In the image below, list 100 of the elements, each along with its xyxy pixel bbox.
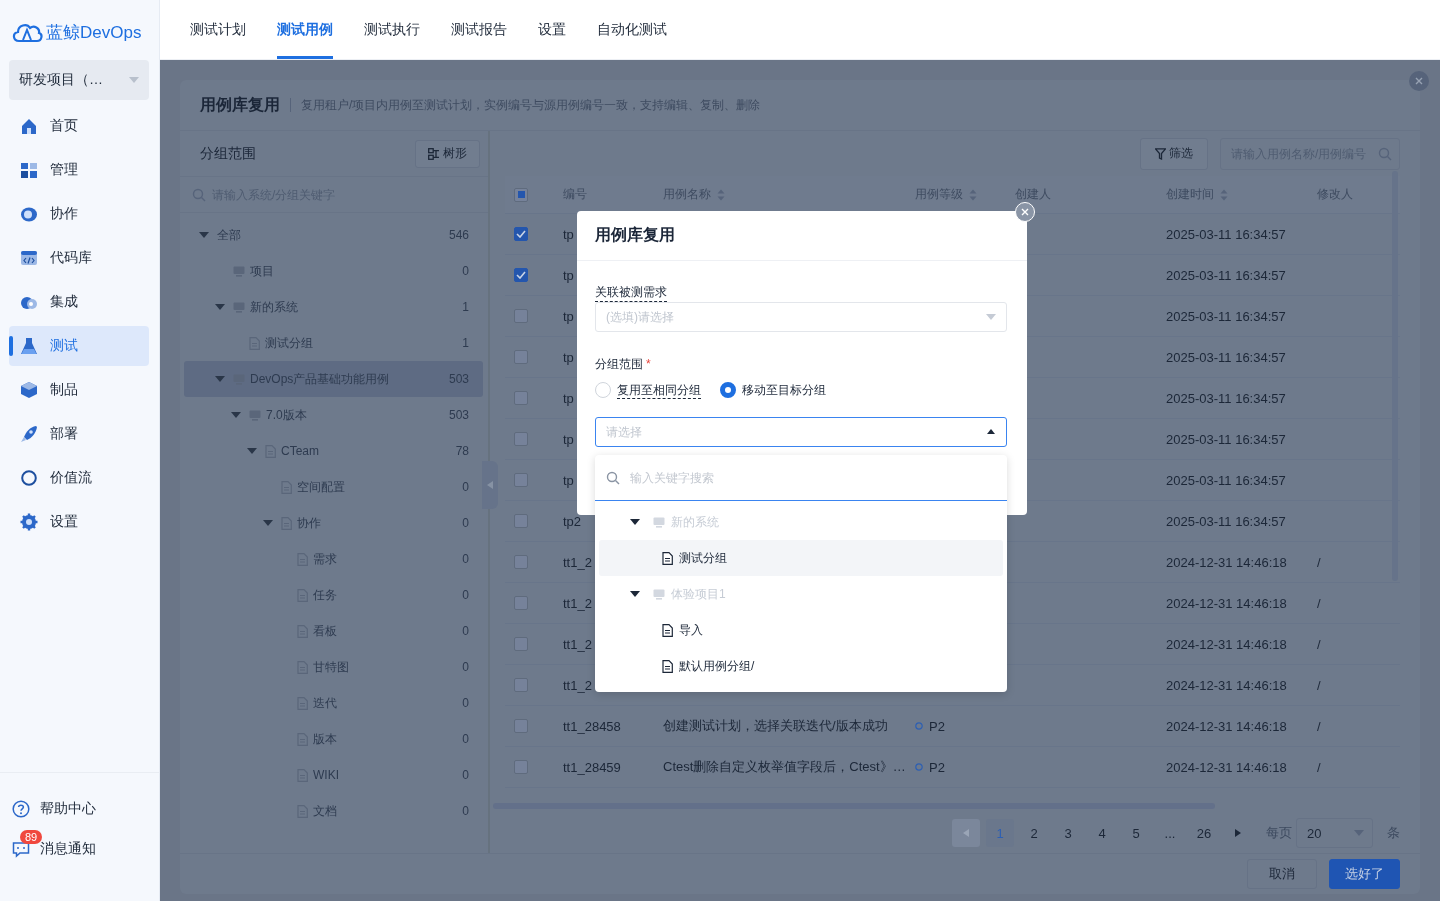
nav-item[interactable]: 制品: [9, 370, 149, 410]
page-button[interactable]: 4: [1088, 819, 1116, 847]
nav-item[interactable]: 测试: [9, 326, 149, 366]
caret-icon: [215, 302, 225, 312]
monitor-icon: [653, 516, 665, 528]
table-cell: 2025-03-11 16:34:57: [1166, 431, 1286, 447]
nav-item[interactable]: 价值流: [9, 458, 149, 498]
radio-label[interactable]: 复用至相同分组: [617, 381, 701, 399]
item-count: 0: [462, 696, 469, 710]
page-button[interactable]: 26: [1190, 819, 1218, 847]
filter-icon: [1155, 147, 1166, 160]
page-button[interactable]: 2: [1020, 819, 1048, 847]
tree-item[interactable]: 新的系统 1: [184, 289, 483, 325]
page-button[interactable]: 5: [1122, 819, 1150, 847]
tree-item[interactable]: 迭代 0: [184, 685, 483, 721]
table-cell: P2: [929, 718, 945, 734]
nav-tab[interactable]: 自动化测试: [597, 0, 667, 59]
select-field[interactable]: 请选择: [595, 417, 1007, 447]
radio-button[interactable]: [720, 382, 736, 398]
row-checkbox[interactable]: [514, 309, 528, 323]
item-count: 0: [462, 264, 469, 278]
tree-item[interactable]: 甘特图 0: [184, 649, 483, 685]
table-cell: 2025-03-11 16:34:57: [1166, 513, 1286, 529]
table-cell: 2025-03-11 16:34:57: [1166, 472, 1286, 488]
row-checkbox[interactable]: [514, 473, 528, 487]
cube-icon: [20, 381, 38, 399]
collapse-handle[interactable]: [482, 461, 498, 509]
tree-item[interactable]: CTeam 78: [184, 433, 483, 469]
table-cell: tp: [563, 349, 574, 365]
radio-label[interactable]: 移动至目标分组: [742, 382, 826, 398]
row-checkbox[interactable]: [514, 719, 528, 733]
item-count: 0: [462, 480, 469, 494]
row-checkbox[interactable]: [514, 268, 528, 282]
row-checkbox[interactable]: [514, 678, 528, 692]
confirm-button[interactable]: 选好了: [1329, 859, 1400, 889]
row-checkbox[interactable]: [514, 432, 528, 446]
close-button[interactable]: [1409, 71, 1429, 91]
select-all-checkbox[interactable]: [514, 187, 528, 202]
dropdown-arrow-icon: [129, 75, 139, 85]
tree-item[interactable]: 需求 0: [184, 541, 483, 577]
nav-item[interactable]: 代码库: [9, 238, 149, 278]
tree-view-button[interactable]: 树形: [415, 139, 480, 168]
page-button[interactable]: 3: [1054, 819, 1082, 847]
tree-item[interactable]: 版本 0: [184, 721, 483, 757]
caret-icon: [215, 374, 225, 384]
row-checkbox[interactable]: [514, 514, 528, 528]
table-cell: tp: [563, 267, 574, 283]
tree-item[interactable]: 协作 0: [184, 505, 483, 541]
nav-item[interactable]: 集成: [9, 282, 149, 322]
row-checkbox[interactable]: [514, 227, 528, 241]
chat-icon: [12, 840, 30, 858]
table-cell: 2024-12-31 14:46:18: [1166, 595, 1287, 611]
cancel-button[interactable]: 取消: [1247, 859, 1317, 889]
page-size-select[interactable]: 20: [1296, 818, 1373, 848]
sidebar-link[interactable]: 89 消息通知: [12, 831, 159, 867]
section-title: 分组范围: [200, 144, 256, 163]
brand-name: 蓝鲸DevOps: [46, 21, 142, 44]
row-checkbox[interactable]: [514, 350, 528, 364]
row-checkbox[interactable]: [514, 391, 528, 405]
tree-item[interactable]: 全部 546: [184, 217, 483, 253]
item-count: 0: [462, 516, 469, 530]
filter-button[interactable]: 筛选: [1140, 137, 1208, 170]
row-checkbox[interactable]: [514, 637, 528, 651]
nav-item[interactable]: 管理: [9, 150, 149, 190]
item-count: 503: [448, 408, 469, 422]
row-checkbox[interactable]: [514, 555, 528, 569]
row-checkbox[interactable]: [514, 596, 528, 610]
nav-item[interactable]: 协作: [9, 194, 149, 234]
row-checkbox[interactable]: [514, 760, 528, 774]
table-cell: 2025-03-11 16:34:57: [1166, 349, 1286, 365]
tree-item[interactable]: WIKI 0: [184, 757, 483, 793]
table-cell: tt1_2: [563, 677, 592, 693]
cloud-logo-icon: [11, 21, 43, 43]
nav-tab[interactable]: 测试执行: [364, 0, 420, 59]
table-cell: /: [1317, 677, 1321, 693]
select-field[interactable]: (选填)请选择: [595, 302, 1007, 332]
disc-icon: [20, 205, 38, 223]
nav-tab[interactable]: 设置: [538, 0, 566, 59]
sidebar-link[interactable]: 帮助中心: [12, 791, 159, 827]
tree-item[interactable]: 文档 0: [184, 793, 483, 829]
page-button[interactable]: ...: [1156, 819, 1184, 847]
item-count: 1: [462, 300, 469, 314]
nav-item[interactable]: 设置: [9, 502, 149, 542]
caret-icon: [231, 410, 241, 420]
tree-item[interactable]: 测试分组 1: [184, 325, 483, 361]
nav-item[interactable]: 首页: [9, 106, 149, 146]
nav-tab[interactable]: 测试报告: [451, 0, 507, 59]
table-cell: Ctest删除自定义枚举值字段后，Ctest》…: [663, 758, 906, 776]
table-cell: 2025-03-11 16:34:57: [1166, 308, 1286, 324]
project-selector[interactable]: 研发项目（…: [9, 60, 149, 100]
panel-title: 用例库复用: [200, 94, 280, 115]
tree-item[interactable]: 看板 0: [184, 613, 483, 649]
tree-item[interactable]: 7.0版本 503: [184, 397, 483, 433]
nav-item[interactable]: 部署: [9, 414, 149, 454]
sort-icon: [969, 188, 977, 201]
tree-item[interactable]: 任务 0: [184, 577, 483, 613]
tree-item[interactable]: 项目 0: [184, 253, 483, 289]
dropdown-arrow-icon: [986, 312, 996, 322]
table-cell: 2025-03-11 16:34:57: [1166, 267, 1286, 283]
nav-tab[interactable]: 测试计划: [190, 0, 246, 59]
